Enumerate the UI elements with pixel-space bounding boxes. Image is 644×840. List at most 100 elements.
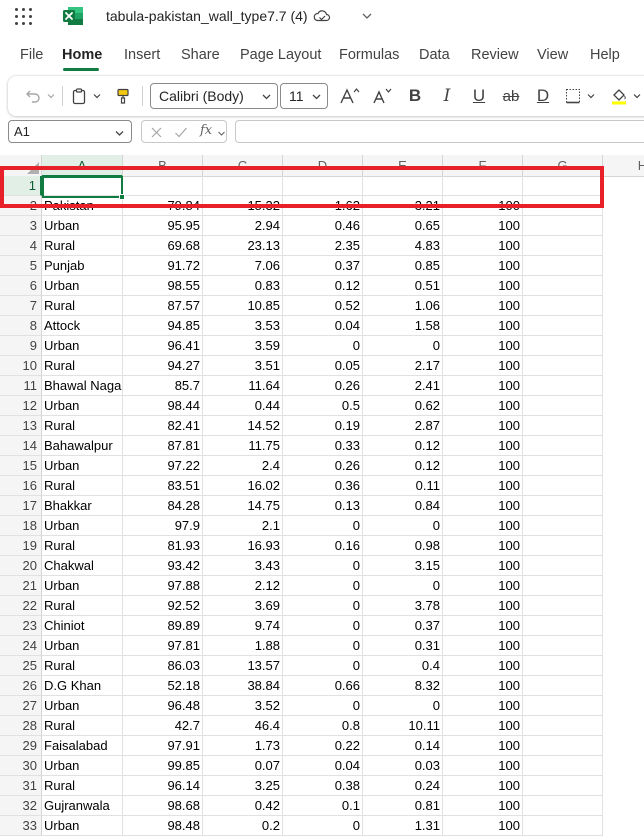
paste-button[interactable] — [68, 76, 90, 116]
tab-page-layout[interactable]: Page Layout — [240, 47, 321, 63]
cell[interactable] — [523, 276, 603, 296]
cell[interactable]: 13.57 — [203, 656, 283, 676]
undo-button[interactable] — [22, 76, 44, 116]
cell[interactable] — [523, 636, 603, 656]
cell[interactable]: Rural — [42, 416, 123, 436]
cell[interactable]: 0 — [363, 336, 443, 356]
cell[interactable]: 16.02 — [203, 476, 283, 496]
cell[interactable] — [523, 596, 603, 616]
cell[interactable] — [523, 556, 603, 576]
cell[interactable]: 100 — [443, 516, 523, 536]
app-launcher-icon[interactable] — [15, 8, 33, 26]
cell[interactable]: 86.03 — [123, 656, 203, 676]
cell[interactable]: 0 — [363, 516, 443, 536]
cell[interactable]: Bahawalpur — [42, 436, 123, 456]
cell[interactable] — [523, 616, 603, 636]
cell[interactable]: 100 — [443, 696, 523, 716]
cell[interactable]: Rural — [42, 236, 123, 256]
checkmark-icon[interactable] — [174, 126, 188, 139]
row-header[interactable]: 14 — [0, 436, 42, 456]
cell[interactable]: 14.52 — [203, 416, 283, 436]
cell[interactable]: 0.44 — [203, 396, 283, 416]
cell[interactable] — [523, 516, 603, 536]
cell[interactable]: 3.78 — [363, 596, 443, 616]
cell[interactable]: Urban — [42, 516, 123, 536]
strikethrough-button[interactable]: ab — [498, 76, 524, 116]
italic-button[interactable]: I — [436, 76, 458, 116]
row-header[interactable]: 31 — [0, 776, 42, 796]
cell[interactable]: 0 — [283, 556, 363, 576]
font-name-select[interactable]: Calibri (Body) — [150, 83, 278, 109]
cell[interactable]: 0.2 — [203, 816, 283, 836]
cell[interactable]: 0 — [283, 336, 363, 356]
chevron-down-icon[interactable] — [361, 10, 373, 22]
row-header[interactable]: 19 — [0, 536, 42, 556]
cell[interactable]: Urban — [42, 636, 123, 656]
row-header[interactable]: 25 — [0, 656, 42, 676]
double-underline-button[interactable]: D — [532, 76, 554, 116]
cell[interactable]: Rural — [42, 296, 123, 316]
cell[interactable]: 100 — [443, 296, 523, 316]
column-header-h[interactable]: H — [603, 155, 644, 177]
cell[interactable] — [523, 256, 603, 276]
cell[interactable] — [523, 476, 603, 496]
cell[interactable]: Rural — [42, 536, 123, 556]
cell[interactable]: 52.18 — [123, 676, 203, 696]
tab-file[interactable]: File — [20, 47, 43, 63]
row-header[interactable]: 15 — [0, 456, 42, 476]
cell[interactable]: Rural — [42, 356, 123, 376]
cell[interactable]: 46.4 — [203, 716, 283, 736]
cell[interactable]: 100 — [443, 276, 523, 296]
cell[interactable] — [523, 396, 603, 416]
cell[interactable]: 3.51 — [203, 356, 283, 376]
cell[interactable]: 0.38 — [283, 776, 363, 796]
cell[interactable]: 84.28 — [123, 496, 203, 516]
cell[interactable]: 100 — [443, 216, 523, 236]
cell[interactable]: 100 — [443, 456, 523, 476]
cell[interactable]: 82.41 — [123, 416, 203, 436]
cell[interactable]: 81.93 — [123, 536, 203, 556]
cell[interactable]: 10.85 — [203, 296, 283, 316]
row-header[interactable]: 27 — [0, 696, 42, 716]
cell[interactable]: 0 — [283, 616, 363, 636]
cell[interactable] — [523, 576, 603, 596]
cell[interactable]: 100 — [443, 716, 523, 736]
cell[interactable]: 100 — [443, 796, 523, 816]
cell[interactable]: Urban — [42, 276, 123, 296]
cell[interactable]: Rural — [42, 476, 123, 496]
row-header[interactable]: 23 — [0, 616, 42, 636]
cell[interactable]: 97.91 — [123, 736, 203, 756]
row-header[interactable]: 12 — [0, 396, 42, 416]
cell[interactable]: 83.51 — [123, 476, 203, 496]
cell[interactable]: Urban — [42, 216, 123, 236]
cell[interactable]: Urban — [42, 696, 123, 716]
row-header[interactable]: 3 — [0, 216, 42, 236]
cell[interactable]: 0.65 — [363, 216, 443, 236]
cell[interactable]: Urban — [42, 456, 123, 476]
cell[interactable]: 92.52 — [123, 596, 203, 616]
cell[interactable]: Rural — [42, 716, 123, 736]
cell[interactable]: 0.66 — [283, 676, 363, 696]
cell[interactable]: 9.74 — [203, 616, 283, 636]
cell[interactable] — [523, 756, 603, 776]
borders-dropdown[interactable] — [584, 76, 598, 116]
tab-home[interactable]: Home — [62, 47, 102, 63]
cell[interactable]: 98.44 — [123, 396, 203, 416]
cell[interactable]: 0.12 — [283, 276, 363, 296]
row-header[interactable]: 22 — [0, 596, 42, 616]
cell[interactable]: 93.42 — [123, 556, 203, 576]
cell[interactable]: Rural — [42, 656, 123, 676]
cell[interactable]: 3.15 — [363, 556, 443, 576]
cell[interactable] — [523, 216, 603, 236]
cell[interactable]: 0.05 — [283, 356, 363, 376]
row-header[interactable]: 8 — [0, 316, 42, 336]
cell[interactable] — [523, 356, 603, 376]
cell[interactable]: 42.7 — [123, 716, 203, 736]
cell[interactable] — [523, 676, 603, 696]
cell[interactable]: 0 — [283, 816, 363, 836]
cell[interactable]: 0.07 — [203, 756, 283, 776]
cell[interactable]: 3.43 — [203, 556, 283, 576]
cell[interactable]: 97.88 — [123, 576, 203, 596]
cell[interactable]: 100 — [443, 376, 523, 396]
cell[interactable]: 0.46 — [283, 216, 363, 236]
